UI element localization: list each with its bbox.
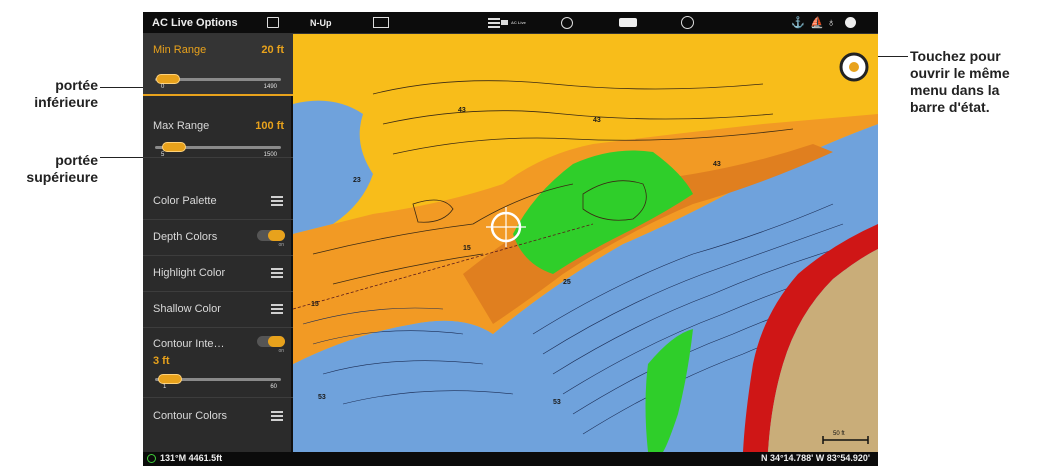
- heading-readout: 131°M 4461.5ft: [160, 453, 223, 463]
- color-palette-label: Color Palette: [153, 195, 217, 207]
- depth-colors-toggle-state: on: [278, 242, 284, 248]
- ac-live-options-menu: Min Range 20 ft 0 1490 Max Range 100 ft …: [143, 34, 293, 465]
- depth-label: 53: [318, 394, 326, 401]
- lower-range-callout: portée inférieure: [6, 77, 98, 111]
- toggle-knob: [268, 336, 285, 347]
- max-range-slider-min: 5: [161, 152, 165, 158]
- position-readout: N 34°14.788' W 83°54.920': [760, 453, 870, 463]
- max-range-slider-knob[interactable]: [162, 142, 187, 152]
- color-palette-row[interactable]: Color Palette: [143, 184, 293, 220]
- chart-map[interactable]: 43 43 43 15 15 25 23 53 53 50 ft: [293, 34, 878, 452]
- ac-live-icon: [488, 18, 508, 28]
- touch-hint-callout: Touchez pour ouvrir le même menu dans la…: [910, 48, 1032, 116]
- contour-colors-label: Contour Colors: [153, 410, 227, 422]
- timer-icon[interactable]: [561, 17, 573, 29]
- lower-range-text: portée inférieure: [34, 77, 98, 110]
- orientation-label[interactable]: N-Up: [310, 12, 332, 34]
- max-range-slider[interactable]: 5 1500: [155, 142, 281, 158]
- min-range-row[interactable]: Min Range 20 ft 0 1490: [143, 34, 293, 96]
- depth-label: 23: [353, 177, 361, 184]
- status-bar: AC Live Options N-Up AC Live ⚓ ⛵ ♁: [143, 12, 878, 34]
- boat-position-icon[interactable]: [839, 52, 869, 82]
- depth-label: 43: [593, 117, 601, 124]
- device-screen: AC Live Options N-Up AC Live ⚓ ⛵ ♁ 43 43…: [143, 12, 878, 466]
- depth-label: 15: [463, 245, 471, 252]
- depth-label: 25: [563, 279, 571, 286]
- gps-icon[interactable]: [845, 17, 856, 28]
- depth-colors-label: Depth Colors: [153, 231, 218, 243]
- min-range-value: 20 ft: [261, 44, 284, 56]
- max-range-row[interactable]: Max Range 100 ft 5 1500: [143, 96, 293, 158]
- touch-hint-text: Touchez pour ouvrir le même menu dans la…: [910, 48, 1010, 115]
- toggle-knob: [268, 230, 285, 241]
- depth-marker-icon[interactable]: [373, 17, 389, 28]
- submenu-icon: [271, 196, 283, 207]
- shallow-color-label: Shallow Color: [153, 303, 221, 315]
- contour-colors-row[interactable]: Contour Colors: [143, 398, 293, 436]
- boat-icon[interactable]: ⛵: [810, 12, 824, 34]
- max-range-label: Max Range: [153, 120, 210, 132]
- export-icon[interactable]: [267, 17, 279, 28]
- min-range-slider-max: 1490: [263, 84, 277, 90]
- depth-colors-toggle[interactable]: [257, 230, 285, 241]
- contour-interval-slider-max: 60: [270, 384, 277, 390]
- upper-range-callout: portée supérieure: [6, 152, 98, 186]
- contour-interval-toggle[interactable]: [257, 336, 285, 347]
- contour-interval-toggle-state: on: [278, 348, 284, 354]
- max-range-value: 100 ft: [255, 120, 284, 132]
- depth-label: 43: [713, 161, 721, 168]
- contour-interval-slider[interactable]: 1 60: [155, 374, 281, 390]
- compass-icon[interactable]: [681, 16, 694, 29]
- bottom-info-bar: 131°M 4461.5ft N 34°14.788' W 83°54.920': [143, 452, 878, 466]
- depth-label: 43: [458, 107, 466, 114]
- ac-live-status-button[interactable]: [487, 16, 509, 29]
- min-range-label: Min Range: [153, 44, 207, 56]
- battery-icon[interactable]: [619, 18, 637, 27]
- contour-interval-slider-knob[interactable]: [158, 374, 183, 384]
- contour-interval-value: 3 ft: [153, 355, 170, 367]
- menu-title: AC Live Options: [152, 17, 238, 29]
- max-range-slider-max: 1500: [263, 152, 277, 158]
- contour-interval-slider-min: 1: [163, 384, 167, 390]
- contour-interval-label: Contour Inte…: [153, 338, 225, 350]
- contour-interval-row[interactable]: Contour Inte… on 3 ft 1 60: [143, 328, 293, 398]
- highlight-color-row[interactable]: Highlight Color: [143, 256, 293, 292]
- ac-live-label[interactable]: AC Live: [511, 12, 526, 34]
- min-range-slider-min: 0: [161, 84, 165, 90]
- fishing-hook-icon[interactable]: ⚓: [791, 12, 805, 34]
- depth-colors-row[interactable]: Depth Colors on: [143, 220, 293, 256]
- highlight-color-label: Highlight Color: [153, 267, 226, 279]
- submenu-icon: [271, 304, 283, 315]
- depth-label: 53: [553, 399, 561, 406]
- shallow-color-row[interactable]: Shallow Color: [143, 292, 293, 328]
- min-range-slider-knob[interactable]: [156, 74, 181, 84]
- map-canvas[interactable]: 43 43 43 15 15 25 23 53 53 50 ft: [293, 34, 878, 452]
- satellite-icon[interactable]: ♁: [827, 12, 835, 34]
- scale-label: 50 ft: [833, 431, 845, 437]
- depth-label: 15: [311, 301, 319, 308]
- submenu-icon: [271, 268, 283, 279]
- submenu-icon: [271, 411, 283, 422]
- upper-range-text: portée supérieure: [26, 152, 98, 185]
- min-range-slider[interactable]: 0 1490: [155, 74, 281, 90]
- heading-icon: [147, 454, 156, 463]
